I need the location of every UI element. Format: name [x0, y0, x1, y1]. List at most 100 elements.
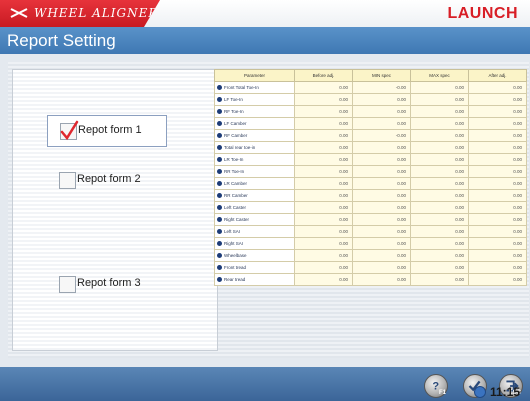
bullet-icon — [217, 133, 222, 139]
value-cell[interactable]: 0.00 — [468, 81, 527, 94]
value-cell[interactable]: 0.00 — [294, 81, 353, 94]
value-cell[interactable]: 0.00 — [352, 117, 411, 130]
value-cell[interactable]: 0.00 — [294, 105, 353, 118]
value-cell[interactable]: 0.00 — [468, 105, 527, 118]
value-cell[interactable]: 0.00 — [410, 141, 469, 154]
value-cell[interactable]: 0.00 — [294, 201, 353, 214]
launch-logo: LAUNCH — [447, 5, 518, 22]
value-cell[interactable]: 0.00 — [352, 93, 411, 106]
report-parameter-table: Parameter Before adj. MIN spec MAX spec … — [214, 69, 527, 286]
value-cell[interactable]: 0.00 — [352, 165, 411, 178]
value-cell[interactable]: 0.00 — [468, 237, 527, 250]
value-cell[interactable]: 0.00 — [468, 129, 527, 142]
report-form-option-2[interactable]: Repot form 2 — [47, 165, 167, 197]
parameter-label: RR Toe-In — [224, 168, 245, 174]
value-cell[interactable]: 0.00 — [294, 129, 353, 142]
value-cell[interactable]: 0.00 — [352, 225, 411, 238]
value-cell[interactable]: -0.00 — [352, 81, 411, 94]
table-row: LR Camber 0.00 0.00 0.00 0.00 — [214, 177, 527, 190]
aligner-logo-icon — [10, 8, 28, 18]
report-form-3-checkbox[interactable] — [59, 276, 76, 293]
value-cell[interactable]: 0.00 — [468, 261, 527, 274]
value-cell[interactable]: 0.00 — [294, 141, 353, 154]
title-bar: Report Setting — [0, 27, 530, 54]
value-cell[interactable]: 0.00 — [468, 273, 527, 286]
report-form-2-label: Repot form 2 — [77, 173, 141, 185]
table-row: Left Caster 0.00 0.00 0.00 0.00 — [214, 201, 527, 214]
parameter-cell: LF Toe-In — [214, 93, 295, 106]
value-cell[interactable]: 0.00 — [294, 249, 353, 262]
value-cell[interactable]: 0.00 — [468, 189, 527, 202]
bullet-icon — [217, 217, 222, 223]
value-cell[interactable]: 0.00 — [294, 225, 353, 238]
report-form-option-3[interactable]: Repot form 3 — [47, 269, 167, 301]
value-cell[interactable]: 0.00 — [410, 225, 469, 238]
value-cell[interactable]: 0.00 — [352, 237, 411, 250]
value-cell[interactable]: 0.00 — [352, 141, 411, 154]
report-form-2-checkbox[interactable] — [59, 172, 76, 189]
value-cell[interactable]: 0.00 — [352, 153, 411, 166]
value-cell[interactable]: 0.00 — [352, 201, 411, 214]
value-cell[interactable]: 0.00 — [410, 213, 469, 226]
bullet-icon — [217, 265, 222, 271]
value-cell[interactable]: 0.00 — [468, 225, 527, 238]
value-cell[interactable]: 0.00 — [410, 189, 469, 202]
value-cell[interactable]: 0.00 — [294, 273, 353, 286]
value-cell[interactable]: 0.00 — [468, 153, 527, 166]
value-cell[interactable]: 0.00 — [410, 273, 469, 286]
bullet-icon — [217, 85, 222, 91]
value-cell[interactable]: 0.00 — [352, 273, 411, 286]
value-cell[interactable]: 0.00 — [468, 177, 527, 190]
value-cell[interactable]: 0.00 — [468, 165, 527, 178]
value-cell[interactable]: 0.00 — [352, 249, 411, 262]
bullet-icon — [217, 241, 222, 247]
bullet-icon — [217, 169, 222, 175]
value-cell[interactable]: 0.00 — [468, 93, 527, 106]
value-cell[interactable]: 0.00 — [410, 261, 469, 274]
value-cell[interactable]: 0.00 — [410, 177, 469, 190]
value-cell[interactable]: 0.00 — [410, 249, 469, 262]
parameter-label: RF Camber — [224, 132, 248, 138]
parameter-cell: Left SAI — [214, 225, 295, 238]
parameter-label: Front Total Toe-In — [224, 84, 259, 90]
table-row: Right Caster 0.00 0.00 0.00 0.00 — [214, 213, 527, 226]
value-cell[interactable]: 0.00 — [410, 105, 469, 118]
report-form-1-checkbox[interactable] — [60, 120, 79, 141]
report-form-option-1[interactable]: Repot form 1 — [47, 115, 167, 147]
value-cell[interactable]: 0.00 — [294, 165, 353, 178]
value-cell[interactable]: 0.00 — [352, 261, 411, 274]
value-cell[interactable]: 0.00 — [294, 213, 353, 226]
value-cell[interactable]: 0.00 — [294, 261, 353, 274]
value-cell[interactable]: 0.00 — [410, 201, 469, 214]
value-cell[interactable]: 0.00 — [352, 105, 411, 118]
table-row: LF Camber 0.00 0.00 0.00 0.00 — [214, 117, 527, 130]
value-cell[interactable]: 0.00 — [410, 153, 469, 166]
value-cell[interactable]: 0.00 — [468, 117, 527, 130]
value-cell[interactable]: 0.00 — [294, 237, 353, 250]
value-cell[interactable]: -0.00 — [352, 129, 411, 142]
value-cell[interactable]: 0.00 — [294, 117, 353, 130]
value-cell[interactable]: 0.00 — [410, 129, 469, 142]
value-cell[interactable]: 0.00 — [294, 153, 353, 166]
value-cell[interactable]: 0.00 — [352, 189, 411, 202]
value-cell[interactable]: 0.00 — [294, 93, 353, 106]
value-cell[interactable]: 0.00 — [468, 201, 527, 214]
table-row: RF Toe-In 0.00 0.00 0.00 0.00 — [214, 105, 527, 118]
value-cell[interactable]: 0.00 — [410, 117, 469, 130]
value-cell[interactable]: 0.00 — [352, 213, 411, 226]
value-cell[interactable]: 0.00 — [468, 141, 527, 154]
table-row: Right SAI 0.00 0.00 0.00 0.00 — [214, 237, 527, 250]
value-cell[interactable]: 0.00 — [410, 165, 469, 178]
help-button[interactable]: ? F1 — [424, 374, 448, 398]
value-cell[interactable]: 0.00 — [294, 189, 353, 202]
value-cell[interactable]: 0.00 — [410, 237, 469, 250]
parameter-cell: LR Camber — [214, 177, 295, 190]
value-cell[interactable]: 0.00 — [294, 177, 353, 190]
value-cell[interactable]: 0.00 — [410, 93, 469, 106]
value-cell[interactable]: 0.00 — [352, 177, 411, 190]
value-cell[interactable]: 0.00 — [468, 213, 527, 226]
parameter-label: LR Camber — [224, 180, 248, 186]
value-cell[interactable]: 0.00 — [410, 81, 469, 94]
parameter-label: Front tread — [224, 264, 247, 270]
value-cell[interactable]: 0.00 — [468, 249, 527, 262]
